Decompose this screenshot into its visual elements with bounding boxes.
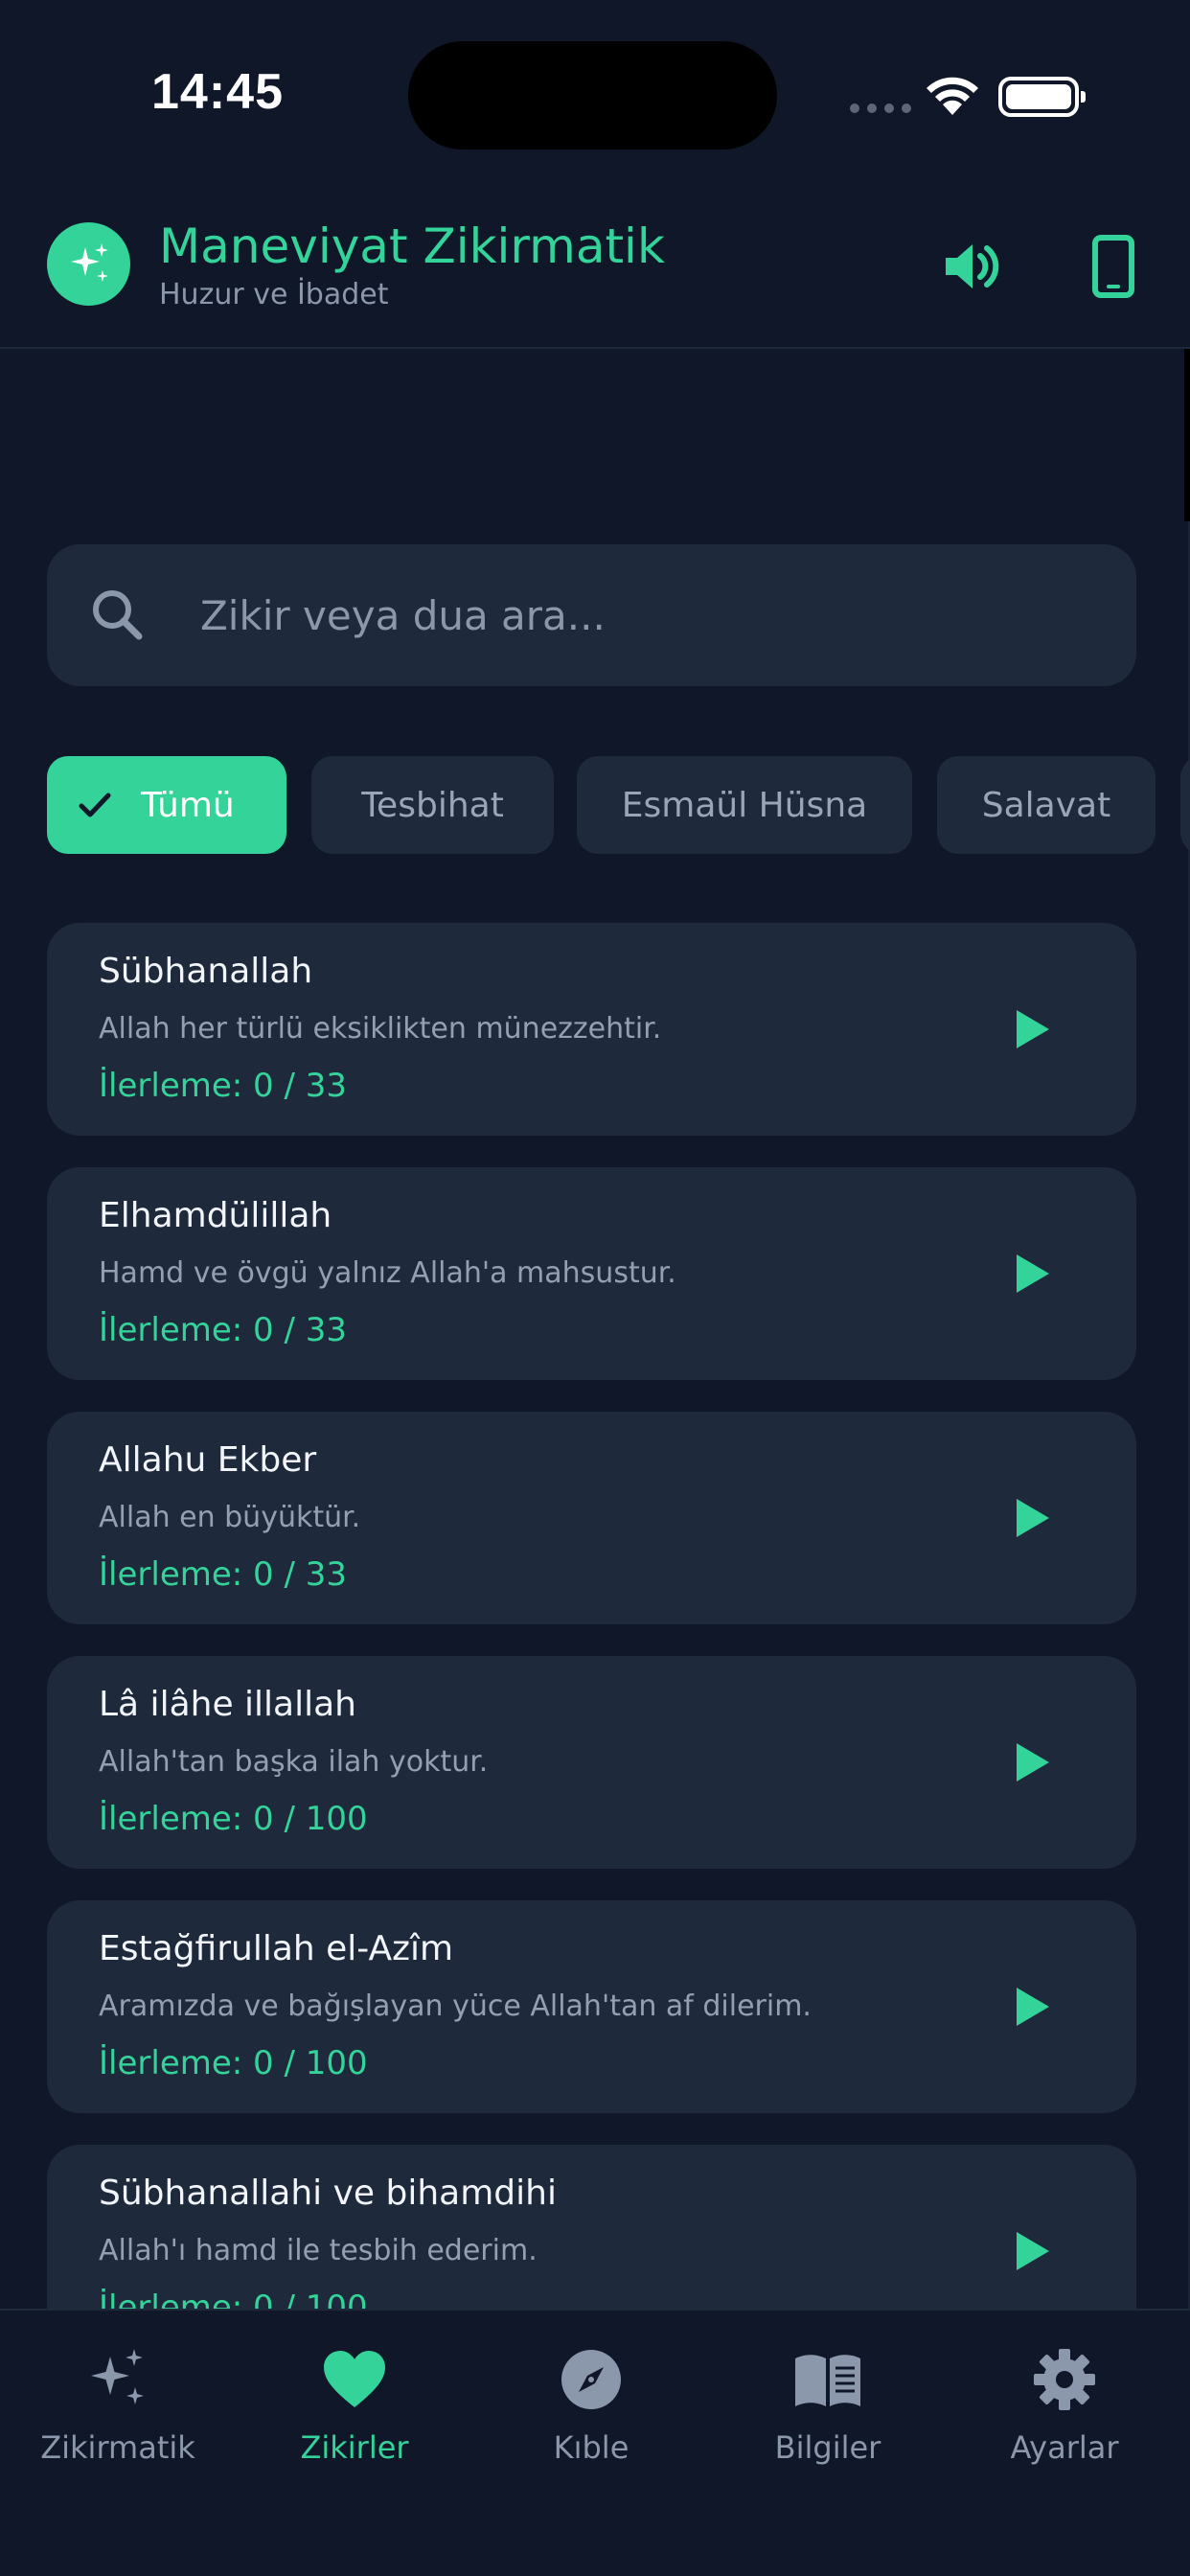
chip-label: Salavat: [981, 785, 1111, 825]
nav-label: Bilgiler: [774, 2429, 881, 2466]
nav-item-bilgiler[interactable]: Bilgiler: [732, 2343, 924, 2477]
sparkles-icon: [81, 2343, 154, 2416]
zikir-card[interactable]: Sübhanallahi ve bihamdihi Allah'ı hamd i…: [47, 2145, 1136, 2309]
zikir-progress: İlerleme: 0 / 33: [99, 1555, 348, 1594]
zikir-description: Allah'tan başka ilah yoktur.: [99, 1745, 489, 1779]
nav-item-zikirmatik[interactable]: Zikirmatik: [22, 2343, 214, 2477]
nav-item-zikirler[interactable]: Zikirler: [259, 2343, 450, 2477]
chip-tesbihat[interactable]: Tesbihat: [311, 756, 554, 854]
nav-item-ayarlar[interactable]: Ayarlar: [969, 2343, 1160, 2477]
wifi-icon: [927, 77, 978, 115]
chip-all[interactable]: Tümü: [47, 756, 286, 854]
play-icon[interactable]: [1003, 1491, 1057, 1545]
search-bar: [47, 544, 1136, 686]
play-icon[interactable]: [1003, 1736, 1057, 1789]
compass-icon: [555, 2343, 628, 2416]
app-header: Maneviyat Zikirmatik Huzur ve İbadet: [0, 192, 1190, 349]
status-time: 14:45: [151, 64, 284, 120]
zikir-description: Hamd ve övgü yalnız Allah'a mahsustur.: [99, 1256, 676, 1290]
nav-label: Ayarlar: [1010, 2429, 1119, 2466]
zikir-progress: İlerleme: 0 / 100: [99, 2288, 368, 2309]
zikir-title: Lâ ilâhe illallah: [99, 1685, 356, 1724]
status-bar: 14:45: [0, 0, 1190, 192]
chip-esmaul-husna[interactable]: Esmaül Hüsna: [577, 756, 912, 854]
zikir-description: Allah'ı hamd ile tesbih ederim.: [99, 2234, 538, 2267]
chip-label: Tesbihat: [361, 785, 504, 825]
play-icon[interactable]: [1003, 1002, 1057, 1056]
nav-label: Zikirmatik: [40, 2429, 195, 2466]
heart-icon: [318, 2343, 391, 2416]
bottom-nav: Zikirmatik Zikirler Kıble Bilgiler Ayarl…: [0, 2309, 1190, 2576]
search-input[interactable]: [200, 544, 1101, 686]
sound-toggle-button[interactable]: [937, 232, 1006, 301]
chip-more[interactable]: [1180, 756, 1190, 854]
nav-item-kible[interactable]: Kıble: [495, 2343, 687, 2477]
nav-label: Kıble: [553, 2429, 629, 2466]
zikir-title: Sübhanallahi ve bihamdihi: [99, 2174, 557, 2213]
play-icon[interactable]: [1003, 2224, 1057, 2278]
zikir-description: Allah en büyüktür.: [99, 1501, 361, 1534]
search-icon: [93, 590, 143, 640]
zikir-card[interactable]: Lâ ilâhe illallah Allah'tan başka ilah y…: [47, 1656, 1136, 1869]
zikir-progress: İlerleme: 0 / 100: [99, 1800, 368, 1838]
zikir-title: Allahu Ekber: [99, 1440, 317, 1480]
category-filter: Tümü Tesbihat Esmaül Hüsna Salavat: [47, 756, 1190, 854]
chip-label: Tümü: [141, 785, 235, 825]
scrollbar[interactable]: [1184, 349, 1190, 521]
zikir-card[interactable]: Allahu Ekber Allah en büyüktür. İlerleme…: [47, 1412, 1136, 1624]
app-subtitle: Huzur ve İbadet: [159, 278, 389, 311]
chip-salavat[interactable]: Salavat: [937, 756, 1156, 854]
check-icon: [79, 793, 111, 817]
speaker-icon: [946, 244, 999, 288]
book-icon: [791, 2343, 864, 2416]
battery-icon: [998, 77, 1086, 117]
zikir-card[interactable]: Sübhanallah Allah her türlü eksiklikten …: [47, 923, 1136, 1136]
zikir-title: Sübhanallah: [99, 952, 313, 991]
gear-icon: [1028, 2343, 1101, 2416]
zikir-progress: İlerleme: 0 / 33: [99, 1311, 348, 1349]
zikir-progress: İlerleme: 0 / 33: [99, 1067, 348, 1105]
dynamic-island: [408, 41, 777, 150]
vibration-toggle-button[interactable]: [1085, 232, 1142, 301]
zikir-card[interactable]: Estağfirullah el-Azîm Aramızda ve bağışl…: [47, 1900, 1136, 2113]
play-icon[interactable]: [1003, 1247, 1057, 1300]
phone-icon: [1092, 235, 1134, 298]
app-title: Maneviyat Zikirmatik: [159, 218, 665, 274]
zikir-list: Sübhanallah Allah her türlü eksiklikten …: [47, 923, 1136, 2309]
zikir-description: Aramızda ve bağışlayan yüce Allah'tan af…: [99, 1990, 812, 2023]
zikir-progress: İlerleme: 0 / 100: [99, 2044, 368, 2082]
nav-label: Zikirler: [300, 2429, 409, 2466]
zikir-card[interactable]: Elhamdülillah Hamd ve övgü yalnız Allah'…: [47, 1167, 1136, 1380]
cellular-signal-icon: [850, 104, 911, 113]
zikir-title: Estağfirullah el-Azîm: [99, 1929, 454, 1968]
zikir-title: Elhamdülillah: [99, 1196, 332, 1235]
sparkles-icon: [47, 222, 130, 306]
chip-label: Esmaül Hüsna: [621, 785, 868, 825]
play-icon[interactable]: [1003, 1980, 1057, 2034]
zikir-description: Allah her türlü eksiklikten münezzehtir.: [99, 1012, 662, 1046]
